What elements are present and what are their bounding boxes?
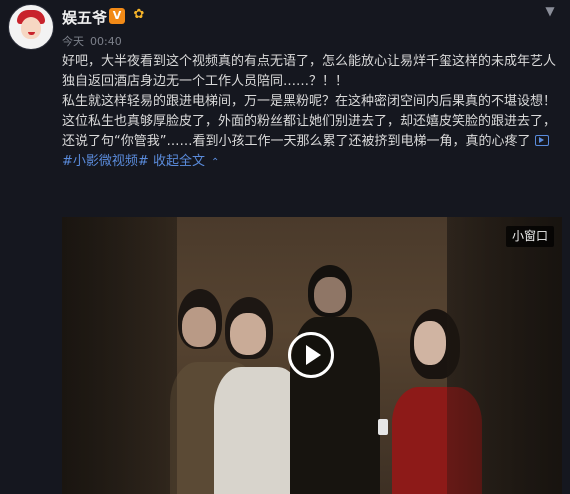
- chevron-down-icon[interactable]: ▼: [540, 2, 560, 20]
- video-player[interactable]: 小窗口: [62, 217, 562, 494]
- member-crown-icon: ✿: [133, 7, 145, 22]
- collapse-label: 收起全文: [152, 154, 205, 169]
- post-day: 今天: [62, 35, 84, 48]
- collapse-button[interactable]: 收起全文 ⌃: [153, 154, 219, 169]
- post-clock: 00:40: [90, 35, 122, 48]
- chevron-up-icon: ⌃: [210, 157, 220, 168]
- post-paragraph-1: 好吧，大半夜看到这个视频真的有点无语了，怎么能放心让易烊千玺这样的未成年艺人独自…: [62, 54, 557, 89]
- video-phone: [378, 419, 388, 435]
- video-person: [414, 321, 446, 365]
- post-time: 今天 00:40: [62, 33, 128, 49]
- video-blur-left: [62, 217, 177, 494]
- post-body: 好吧，大半夜看到这个视频真的有点无语了，怎么能放心让易烊千玺这样的未成年艺人独自…: [62, 52, 562, 173]
- avatar[interactable]: [8, 4, 54, 50]
- video-blur-right: [447, 217, 562, 494]
- video-person: [230, 313, 266, 355]
- post-paragraph-3-text: 这位私生也真够厚脸皮了，外面的粉丝都让她们别进去了，却还嬉皮笑脸的跟进去了，还说…: [62, 114, 557, 149]
- avatar-face: [21, 17, 41, 39]
- video-icon: [534, 135, 549, 146]
- post-paragraph-3: 这位私生也真够厚脸皮了，外面的粉丝都让她们别进去了，却还嬉皮笑脸的跟进去了，还说…: [62, 112, 562, 173]
- video-person: [182, 307, 216, 347]
- topic-link-label: #小影微视频#: [62, 154, 149, 169]
- small-window-button[interactable]: 小窗口: [505, 226, 554, 247]
- play-icon[interactable]: [288, 332, 334, 378]
- video-person: [314, 277, 346, 313]
- author-name[interactable]: 娱五爷: [62, 7, 107, 28]
- post-paragraph-2: 私生就这样轻易的跟进电梯间，万一是黑粉呢？在这种密闭空间内后果真的不堪设想！: [62, 94, 557, 109]
- vip-badge: V: [109, 8, 125, 24]
